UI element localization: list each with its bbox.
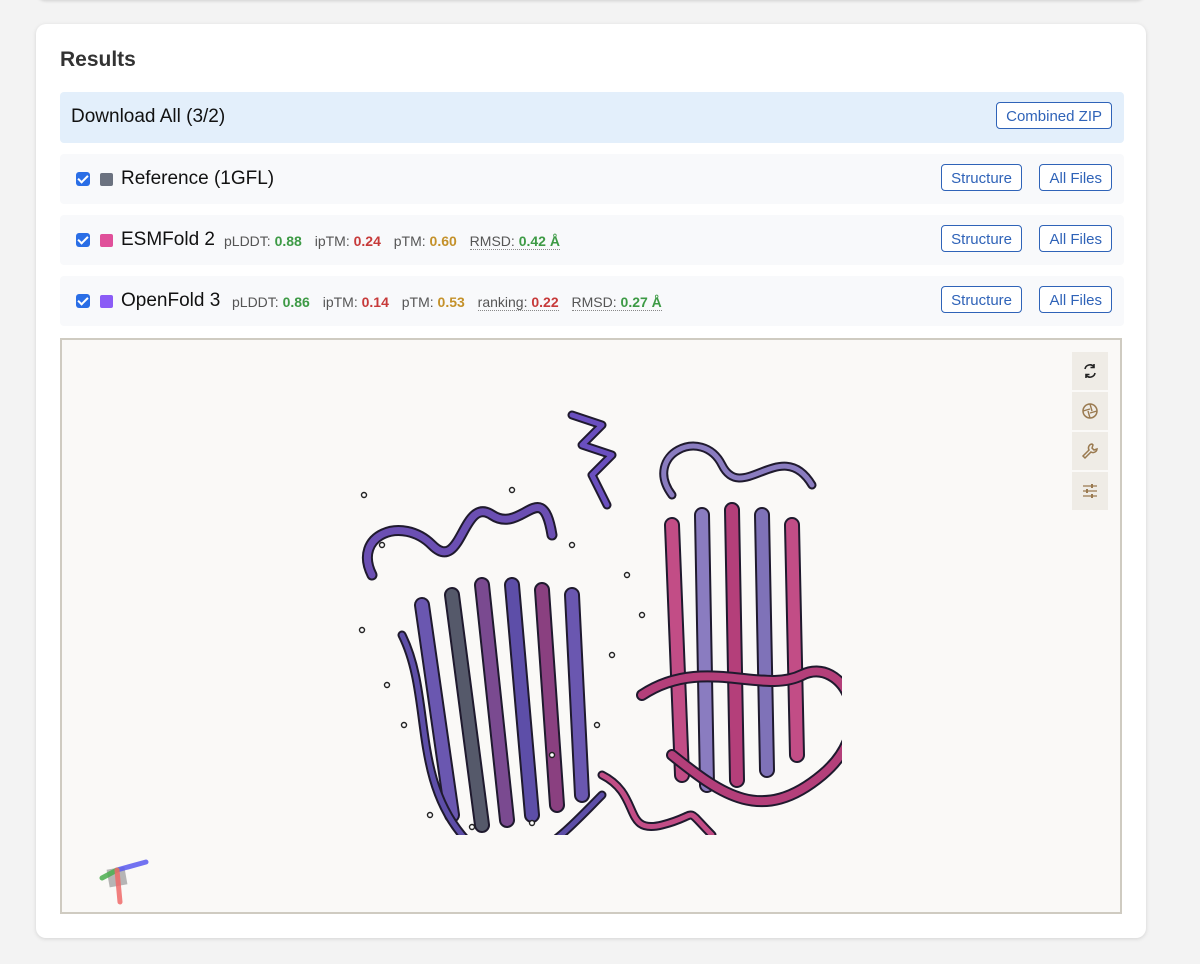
molecule-viewer[interactable] bbox=[60, 338, 1122, 914]
reference-checkbox[interactable] bbox=[76, 172, 90, 186]
settings-button[interactable] bbox=[1072, 472, 1108, 510]
wrench-icon bbox=[1081, 443, 1098, 460]
spin-icon bbox=[1084, 364, 1096, 378]
openfold-structure-button[interactable]: Structure bbox=[941, 286, 1022, 313]
openfold-color-swatch bbox=[100, 295, 113, 308]
structure-name: Reference (1GFL) bbox=[121, 168, 275, 189]
settings-sliders-icon bbox=[1083, 484, 1097, 498]
reference-structure-button[interactable]: Structure bbox=[941, 164, 1022, 191]
metric-plddt: pLDDT: 0.88 bbox=[224, 233, 302, 249]
metric-rmsd[interactable]: RMSD: 0.42 Å bbox=[469, 233, 560, 250]
esmfold-color-swatch bbox=[100, 234, 113, 247]
metric-plddt: pLDDT: 0.86 bbox=[232, 294, 310, 310]
download-all-row: Download All (3/2) Combined ZIP bbox=[60, 92, 1124, 143]
metric-ptm: pTM: 0.60 bbox=[393, 233, 457, 249]
reference-color-swatch bbox=[100, 173, 113, 186]
esmfold-structure-button[interactable]: Structure bbox=[941, 225, 1022, 252]
download-all-label: Download All (3/2) bbox=[71, 106, 226, 127]
reference-all-files-button[interactable]: All Files bbox=[1039, 164, 1112, 191]
snapshot-icon bbox=[1082, 403, 1098, 419]
combined-zip-button[interactable]: Combined ZIP bbox=[996, 102, 1112, 129]
structure-row-openfold: OpenFold 3 pLDDT: 0.86 ipTM: 0.14 pTM: 0… bbox=[60, 276, 1124, 326]
metric-rmsd[interactable]: RMSD: 0.27 Å bbox=[571, 294, 662, 311]
structure-name: ESMFold 2 bbox=[121, 229, 215, 250]
metric-ptm: pTM: 0.53 bbox=[401, 294, 465, 310]
esmfold-metrics: pLDDT: 0.88 ipTM: 0.24 pTM: 0.60 RMSD: 0… bbox=[224, 233, 569, 250]
structure-row-esmfold: ESMFold 2 pLDDT: 0.88 ipTM: 0.24 pTM: 0.… bbox=[60, 215, 1124, 265]
esmfold-checkbox[interactable] bbox=[76, 233, 90, 247]
metric-ranking[interactable]: ranking: 0.22 bbox=[477, 294, 559, 311]
results-title: Results bbox=[60, 48, 136, 71]
openfold-metrics: pLDDT: 0.86 ipTM: 0.14 pTM: 0.53 ranking… bbox=[232, 294, 671, 311]
orientation-axes-icon bbox=[99, 859, 149, 905]
openfold-all-files-button[interactable]: All Files bbox=[1039, 286, 1112, 313]
protein-structure-render[interactable] bbox=[342, 395, 842, 835]
tools-button[interactable] bbox=[1072, 432, 1108, 470]
results-card: Results Download All (3/2) Combined ZIP … bbox=[36, 24, 1146, 938]
esmfold-all-files-button[interactable]: All Files bbox=[1039, 225, 1112, 252]
metric-iptm: ipTM: 0.24 bbox=[314, 233, 381, 249]
snapshot-button[interactable] bbox=[1072, 392, 1108, 430]
structure-name: OpenFold 3 bbox=[121, 290, 221, 311]
structure-row-reference: Reference (1GFL) Structure All Files bbox=[60, 154, 1124, 204]
openfold-checkbox[interactable] bbox=[76, 294, 90, 308]
spin-button[interactable] bbox=[1072, 352, 1108, 390]
viewer-toolbar bbox=[1072, 352, 1108, 510]
metric-iptm: ipTM: 0.14 bbox=[322, 294, 389, 310]
